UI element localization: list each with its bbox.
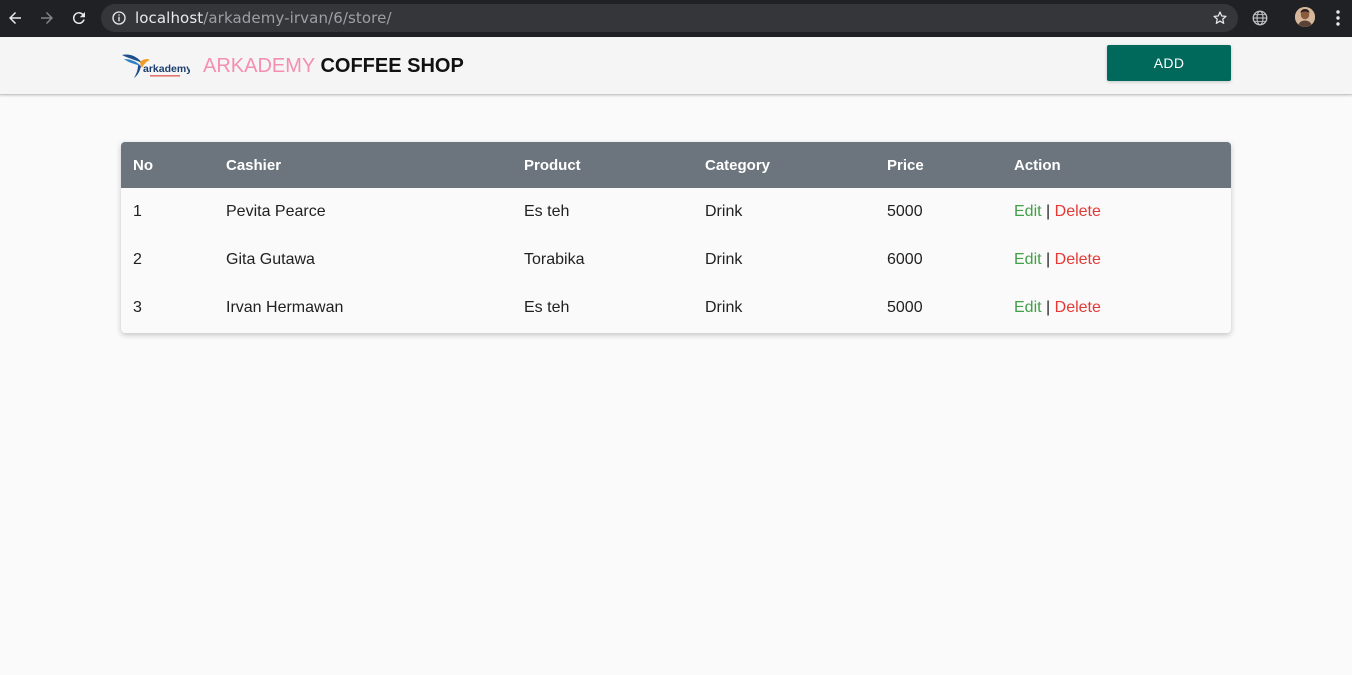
url-text: localhost/arkademy-irvan/6/store/ xyxy=(135,9,392,27)
edit-link[interactable]: Edit xyxy=(1014,251,1042,268)
brand-name: ARKADEMY xyxy=(203,55,315,77)
transactions-table: No Cashier Product Category Price Action… xyxy=(121,142,1231,333)
cell-product: Torabika xyxy=(524,251,585,268)
cell-price: 5000 xyxy=(887,299,923,316)
action-separator: | xyxy=(1046,251,1051,268)
cell-no: 2 xyxy=(133,251,142,268)
table-row: 3 Irvan Hermawan Es teh Drink 5000 Edit … xyxy=(121,284,1231,332)
url-host: localhost xyxy=(135,9,204,27)
forward-icon[interactable] xyxy=(35,6,59,30)
url-path: /arkademy-irvan/6/store/ xyxy=(203,9,392,27)
cell-category: Drink xyxy=(705,251,743,268)
brand-subtitle: COFFEE SHOP xyxy=(320,55,464,77)
address-bar[interactable]: localhost/arkademy-irvan/6/store/ xyxy=(101,4,1238,32)
cell-cashier: Irvan Hermawan xyxy=(226,299,344,316)
cell-no: 3 xyxy=(133,299,142,316)
edit-link[interactable]: Edit xyxy=(1014,203,1042,220)
arkademy-logo[interactable]: arkademy xyxy=(120,51,190,81)
action-separator: | xyxy=(1046,299,1051,316)
action-separator: | xyxy=(1046,203,1051,220)
brand-title: ARKADEMY COFFEE SHOP xyxy=(203,54,464,78)
add-button[interactable]: ADD xyxy=(1107,45,1231,81)
cell-product: Es teh xyxy=(524,203,570,220)
column-header-category: Category xyxy=(705,157,771,174)
cell-price: 6000 xyxy=(887,251,923,268)
table-header: No Cashier Product Category Price Action xyxy=(121,142,1231,188)
app-navbar: arkademy ARKADEMY COFFEE SHOP ADD xyxy=(0,37,1352,95)
cell-no: 1 xyxy=(133,203,142,220)
delete-link[interactable]: Delete xyxy=(1055,203,1101,220)
profile-avatar[interactable] xyxy=(1295,7,1315,27)
globe-icon[interactable] xyxy=(1251,9,1269,27)
column-header-price: Price xyxy=(887,157,924,174)
column-header-cashier: Cashier xyxy=(226,157,282,174)
cell-action: Edit | Delete xyxy=(1014,251,1101,269)
cell-price: 5000 xyxy=(887,203,923,220)
column-header-product: Product xyxy=(524,157,581,174)
reload-icon[interactable] xyxy=(67,6,91,30)
logo-text: arkademy xyxy=(143,63,190,75)
cell-cashier: Pevita Pearce xyxy=(226,203,326,220)
cell-category: Drink xyxy=(705,203,743,220)
cell-action: Edit | Delete xyxy=(1014,299,1101,317)
delete-link[interactable]: Delete xyxy=(1055,299,1101,316)
column-header-no: No xyxy=(133,157,153,174)
edit-link[interactable]: Edit xyxy=(1014,299,1042,316)
more-vert-icon[interactable] xyxy=(1330,9,1346,27)
back-icon[interactable] xyxy=(3,6,27,30)
cell-action: Edit | Delete xyxy=(1014,203,1101,221)
column-header-action: Action xyxy=(1014,157,1061,174)
cell-cashier: Gita Gutawa xyxy=(226,251,315,268)
browser-toolbar: localhost/arkademy-irvan/6/store/ xyxy=(0,0,1352,37)
delete-link[interactable]: Delete xyxy=(1055,251,1101,268)
table-row: 2 Gita Gutawa Torabika Drink 6000 Edit |… xyxy=(121,236,1231,284)
cell-product: Es teh xyxy=(524,299,570,316)
table-row: 1 Pevita Pearce Es teh Drink 5000 Edit |… xyxy=(121,188,1231,236)
cell-category: Drink xyxy=(705,299,743,316)
info-icon[interactable] xyxy=(111,10,127,26)
bookmark-star-icon[interactable] xyxy=(1212,10,1228,26)
